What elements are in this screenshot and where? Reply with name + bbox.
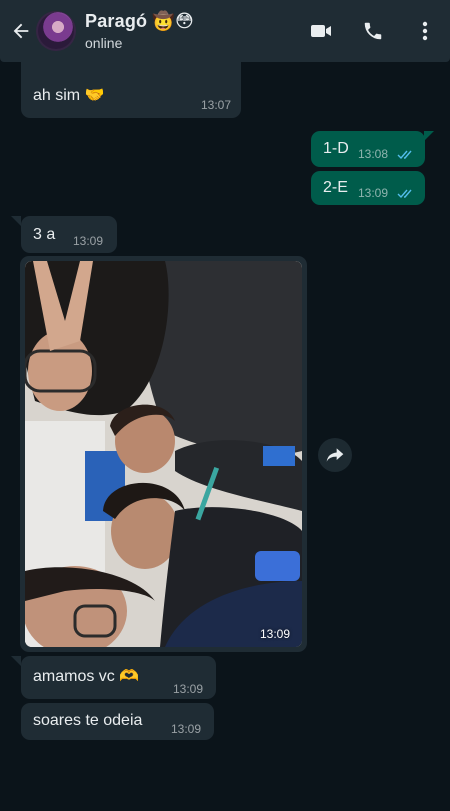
contact-name: Paragó 🤠😳 xyxy=(85,11,195,31)
message-text: 3 a xyxy=(33,226,56,243)
bubble-tail xyxy=(11,656,21,666)
message-incoming[interactable]: amamos vc 🫶 13:09 xyxy=(21,656,216,699)
read-ticks-icon xyxy=(397,189,412,199)
video-camera-icon xyxy=(311,25,331,37)
video-call-button[interactable] xyxy=(308,18,334,44)
message-time: 13:09 xyxy=(171,722,202,736)
message-time: 13:09 xyxy=(73,234,104,248)
message-incoming[interactable]: soares te odeia 13:09 xyxy=(21,703,214,740)
message-text: 1-D xyxy=(323,140,349,157)
bubble-tail xyxy=(11,216,21,226)
chat-header: Paragó 🤠😳 online xyxy=(0,0,450,62)
phone-icon xyxy=(364,22,382,40)
message-time: 13:09 xyxy=(259,627,290,641)
contact-avatar[interactable] xyxy=(36,11,76,51)
forward-arrow-icon xyxy=(326,448,344,462)
forward-button[interactable] xyxy=(318,438,352,472)
message-time: 13:08 xyxy=(358,147,389,161)
message-image[interactable]: 13:09 xyxy=(20,256,307,652)
message-time: 13:07 xyxy=(200,98,231,112)
header-actions xyxy=(308,0,438,62)
message-text: amamos vc 🫶 xyxy=(33,668,140,685)
voice-call-button[interactable] xyxy=(360,18,386,44)
read-ticks-icon xyxy=(397,150,412,160)
contact-status: online xyxy=(85,35,123,51)
message-text: ah sim 🤝 xyxy=(33,87,105,104)
back-arrow-icon xyxy=(13,23,29,39)
more-vertical-icon xyxy=(422,21,428,41)
group-selfie-image xyxy=(25,261,302,647)
contact-info[interactable]: Paragó 🤠😳 online xyxy=(85,10,194,52)
message-text: 2-E xyxy=(323,179,348,196)
message-text: soares te odeia xyxy=(33,712,143,729)
message-outgoing[interactable]: 2-E 13:09 xyxy=(311,171,425,205)
photo[interactable]: 13:09 xyxy=(25,261,302,647)
more-options-button[interactable] xyxy=(412,18,438,44)
message-time: 13:09 xyxy=(173,682,204,696)
message-incoming[interactable]: 3 a 13:09 xyxy=(21,216,117,253)
back-button[interactable] xyxy=(6,11,36,51)
bubble-tail xyxy=(424,131,434,141)
chat-screen: Paragó 🤠😳 online ah sim 🤝 13:07 1-D 13:0… xyxy=(0,0,450,811)
message-outgoing[interactable]: 1-D 13:08 xyxy=(311,131,425,167)
message-time: 13:09 xyxy=(358,186,389,200)
